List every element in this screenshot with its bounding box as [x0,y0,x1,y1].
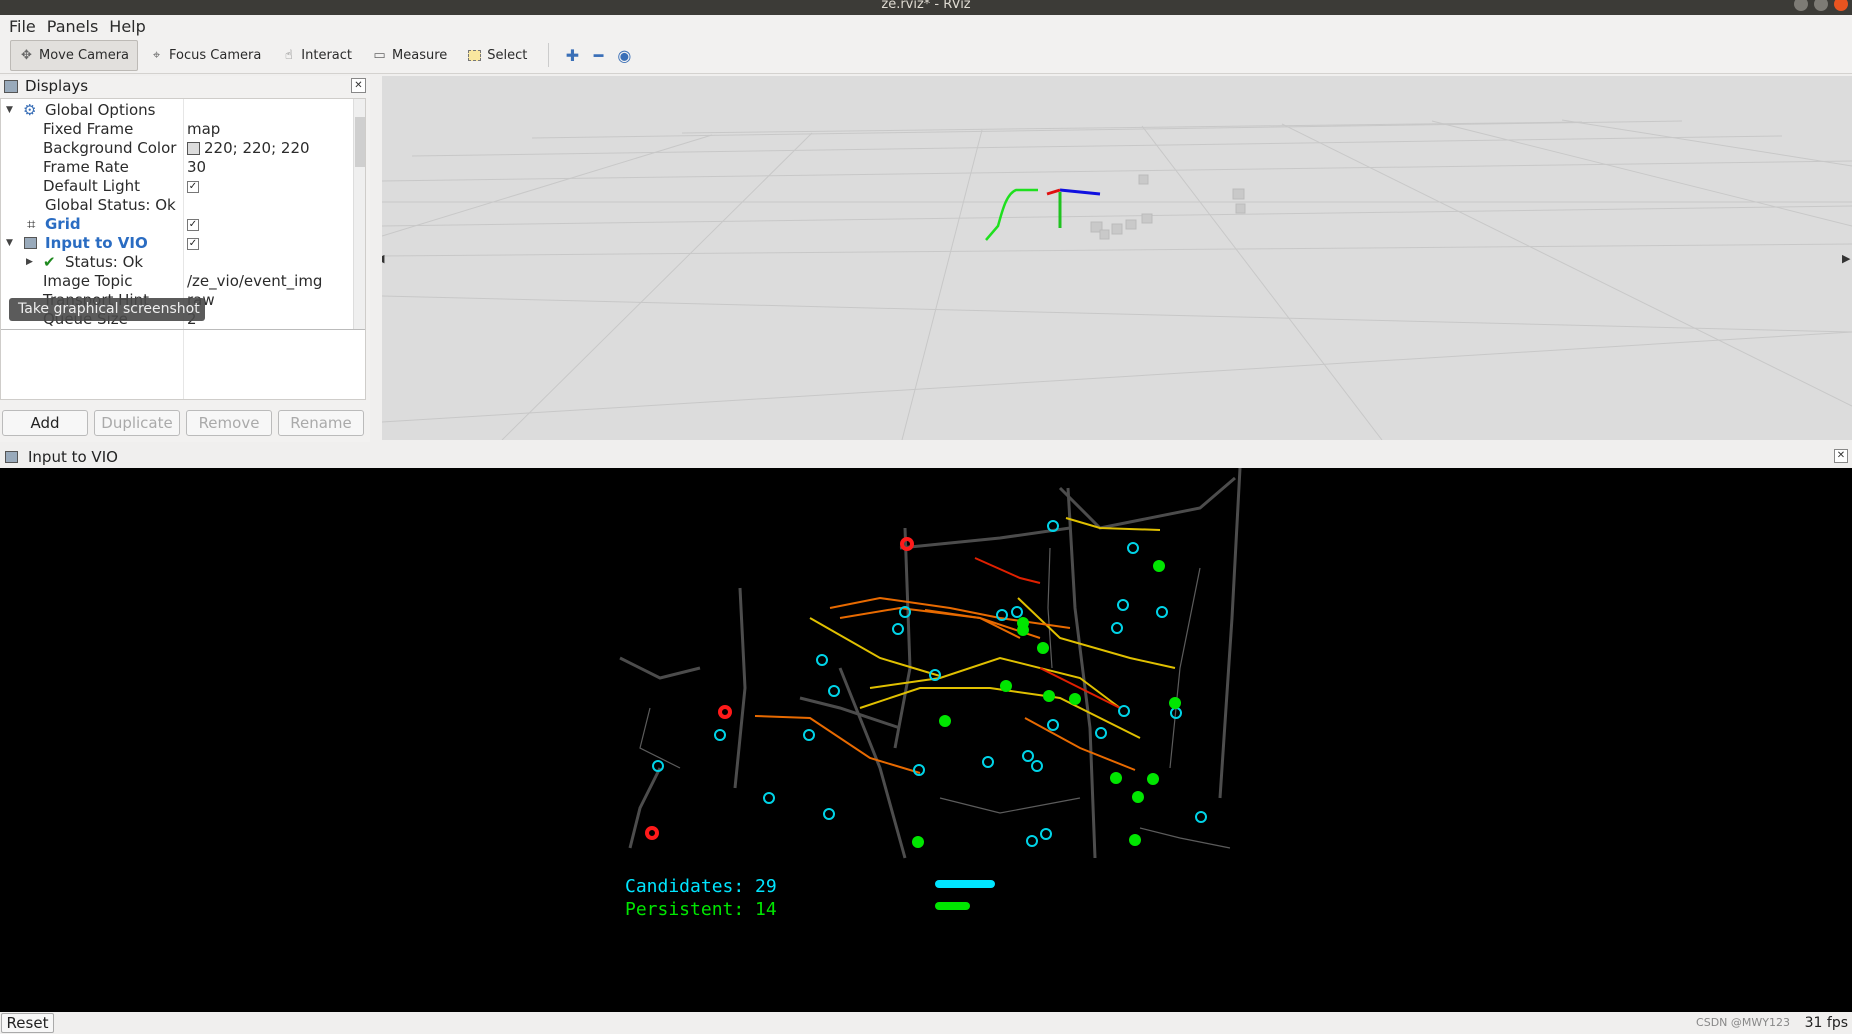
default-light-label: Default Light [43,177,141,195]
displays-title: Displays [25,77,89,95]
toolbar-separator [548,43,550,67]
tree-row-default-light[interactable]: Default Light ✓ [1,177,351,196]
select-label: Select [487,47,528,63]
frame-rate-value[interactable]: 30 [187,158,206,177]
input-to-vio-checkbox[interactable]: ✓ [187,237,199,250]
image-panel-title: Input to VIO [28,448,118,466]
reset-button[interactable]: Reset [1,1013,54,1033]
3d-render-view[interactable]: ◀ ▶ [382,76,1852,440]
tree-row-background-color[interactable]: Background Color 220; 220; 220 [1,139,351,158]
status-bar: Reset CSDN @MWY123 31 fps [0,1012,1852,1034]
candidates-legend-swatch [935,880,995,888]
minimize-button[interactable] [1794,0,1808,11]
global-options-label: Global Options [45,101,156,119]
add-button[interactable]: Add [2,410,88,436]
tree-row-frame-rate[interactable]: Frame Rate 30 [1,158,351,177]
maximize-button[interactable] [1814,0,1828,11]
tree-row-fixed-frame[interactable]: Fixed Frame map [1,120,351,139]
select-box-icon [467,48,482,63]
move-camera-button[interactable]: ✥ Move Camera [10,39,139,71]
fixed-frame-label: Fixed Frame [43,120,134,138]
persistent-legend-swatch [935,902,970,910]
image-panel-icon [5,451,18,463]
background-color-label: Background Color [43,139,177,157]
close-window-button[interactable] [1834,0,1848,11]
interact-label: Interact [301,47,353,63]
duplicate-button[interactable]: Duplicate [94,410,180,436]
image-panel-title-bar: Input to VIO ✕ [0,446,1852,468]
tree-row-status[interactable]: ▶ ✔ Status: Ok [1,253,351,272]
collapse-arrow-icon[interactable]: ▶ [26,253,33,272]
monitor-icon [4,79,18,93]
displays-panel: Displays ✕ ▼ ⚙ Global Options Fixed Fram… [0,76,370,442]
select-button[interactable]: Select [458,40,536,71]
remove-tool-icon[interactable]: ━ [585,41,611,69]
window-titlebar: ze.rviz* - RViz [0,0,1852,15]
default-light-checkbox[interactable]: ✓ [187,180,199,193]
hand-pointer-icon: ☝ [284,47,293,63]
tree-row-global-options[interactable]: ▼ ⚙ Global Options [1,101,351,120]
menu-file[interactable]: File [9,17,36,36]
tree-row-global-status[interactable]: Global Status: Ok [1,196,351,215]
image-topic-label: Image Topic [43,272,133,290]
persistent-label: Persistent: 14 [625,899,777,920]
tree-scrollbar[interactable] [353,99,365,329]
candidates-label: Candidates: 29 [625,876,777,897]
frame-rate-label: Frame Rate [43,158,129,176]
image-display-icon [24,237,37,249]
global-status-label: Global Status: Ok [45,196,176,214]
check-icon: ✔ [43,253,56,271]
expand-arrow-icon[interactable]: ▼ [6,101,13,120]
menu-bar: File Panels Help [0,15,1852,37]
background-color-value[interactable]: 220; 220; 220 [187,139,310,158]
gear-icon: ⚙ [23,101,37,119]
tool-bar: ✥ Move Camera ⌖ Focus Camera ☝ Interact … [0,37,1852,74]
background-color-text: 220; 220; 220 [204,139,310,157]
scrollbar-thumb[interactable] [355,117,365,167]
move-camera-label: Move Camera [39,47,130,63]
tree-row-grid[interactable]: ⌗ Grid ✓ [1,215,351,234]
close-image-panel-icon[interactable]: ✕ [1834,449,1848,463]
focus-camera-label: Focus Camera [169,47,262,63]
screenshot-tooltip: Take graphical screenshot [9,298,205,321]
add-tool-icon[interactable]: ✚ [559,41,585,69]
tree-row-image-topic[interactable]: Image Topic /ze_vio/event_img [1,272,351,291]
color-swatch [187,142,200,155]
close-displays-icon[interactable]: ✕ [351,78,366,93]
grid-icon: ⌗ [27,215,36,233]
focus-camera-icon: ⌖ [152,47,161,63]
status-ok-label: Status: Ok [65,253,144,271]
menu-help[interactable]: Help [109,17,145,36]
grid-label: Grid [45,215,81,233]
fps-readout: 31 fps [1804,1015,1848,1031]
window-title: ze.rviz* - RViz [881,0,971,12]
tree-row-input-to-vio[interactable]: ▼ Input to VIO ✓ [1,234,351,253]
event-image: Candidates: 29 Persistent: 14 [619,468,1242,920]
displays-tree[interactable]: ▼ ⚙ Global Options Fixed Frame map Backg… [0,98,366,400]
measure-button[interactable]: ▭ Measure [363,40,456,71]
tree-bottom-divider [1,329,365,330]
ruler-icon: ▭ [373,47,386,63]
image-topic-value[interactable]: /ze_vio/event_img [187,272,322,291]
interact-button[interactable]: ☝ Interact [272,40,361,71]
rename-button[interactable]: Rename [278,410,364,436]
displays-button-row: Add Duplicate Remove Rename [0,410,370,440]
focus-camera-button[interactable]: ⌖ Focus Camera [140,40,270,71]
view-eye-icon[interactable]: ◉ [611,41,637,69]
svg-text:◀: ◀ [382,252,385,265]
move-camera-icon: ✥ [21,47,32,63]
watermark: CSDN @MWY123 [1696,1016,1790,1029]
svg-text:▶: ▶ [1842,252,1851,265]
displays-title-bar: Displays ✕ [0,76,370,96]
grid-scene: ◀ ▶ [382,119,1852,440]
grid-checkbox[interactable]: ✓ [187,218,199,231]
fixed-frame-value[interactable]: map [187,120,220,139]
measure-label: Measure [392,47,448,63]
expand-arrow-icon[interactable]: ▼ [6,234,13,253]
menu-panels[interactable]: Panels [47,17,99,36]
event-image-view: Candidates: 29 Persistent: 14 [0,468,1852,1012]
remove-button[interactable]: Remove [186,410,272,436]
input-to-vio-label: Input to VIO [45,234,148,252]
